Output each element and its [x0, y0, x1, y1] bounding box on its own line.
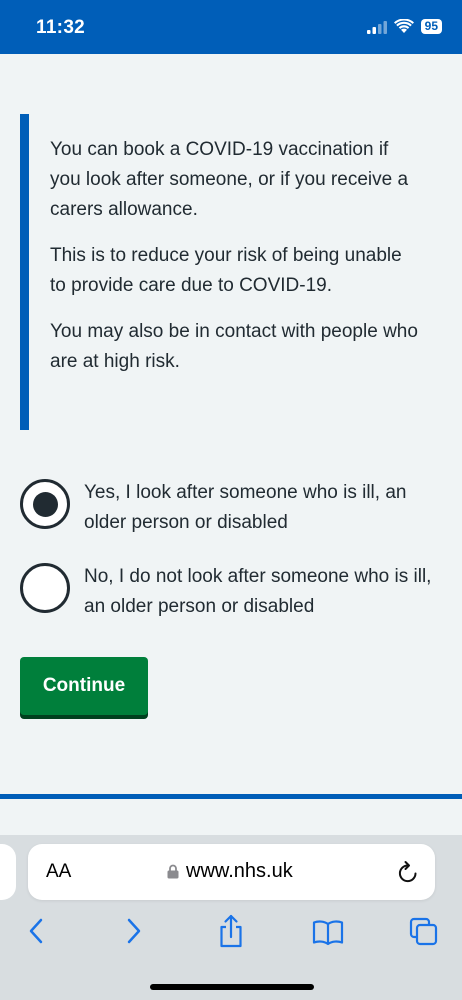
- tabs-icon[interactable]: [408, 913, 440, 949]
- address-bar[interactable]: AA www.nhs.uk: [28, 844, 435, 900]
- browser-toolbar: [0, 913, 462, 953]
- radio-option-yes[interactable]: Yes, I look after someone who is ill, an…: [20, 479, 440, 538]
- inset-paragraph: You may also be in contact with people w…: [50, 321, 418, 372]
- inset-paragraph: This is to reduce your risk of being una…: [50, 245, 402, 296]
- main-content: You can book a COVID-19 vaccination if y…: [0, 54, 462, 794]
- reload-icon[interactable]: [397, 860, 419, 884]
- previous-tab-preview[interactable]: [0, 844, 16, 900]
- status-time: 11:32: [36, 17, 86, 38]
- continue-button[interactable]: Continue: [20, 657, 148, 715]
- url-text[interactable]: www.nhs.uk: [186, 860, 293, 883]
- lock-icon: [167, 864, 179, 879]
- battery-indicator: 95: [420, 19, 442, 34]
- inset-paragraph: You can book a COVID-19 vaccination if y…: [50, 139, 409, 220]
- status-bar: 11:32 95: [0, 0, 462, 54]
- signal-icon: [366, 20, 387, 34]
- bookmarks-icon[interactable]: [311, 913, 345, 949]
- wifi-icon: [393, 19, 414, 33]
- radio-label-yes[interactable]: Yes, I look after someone who is ill, an…: [84, 478, 440, 538]
- browser-bar: AA www.nhs.uk: [0, 835, 462, 1000]
- back-icon[interactable]: [26, 913, 46, 949]
- radio-button-no[interactable]: [20, 563, 70, 613]
- inset-text: You can book a COVID-19 vaccination if y…: [20, 114, 430, 430]
- reader-settings-button[interactable]: AA: [46, 861, 71, 883]
- radio-selected-dot: [32, 491, 58, 517]
- footer: [0, 799, 462, 835]
- radio-option-no[interactable]: No, I do not look after someone who is i…: [20, 563, 440, 622]
- forward-icon[interactable]: [124, 913, 144, 949]
- radio-button-yes[interactable]: [20, 479, 70, 529]
- share-icon[interactable]: [216, 913, 246, 949]
- radio-label-no[interactable]: No, I do not look after someone who is i…: [84, 562, 440, 622]
- home-indicator: [150, 984, 314, 990]
- status-icons: 95: [366, 19, 442, 34]
